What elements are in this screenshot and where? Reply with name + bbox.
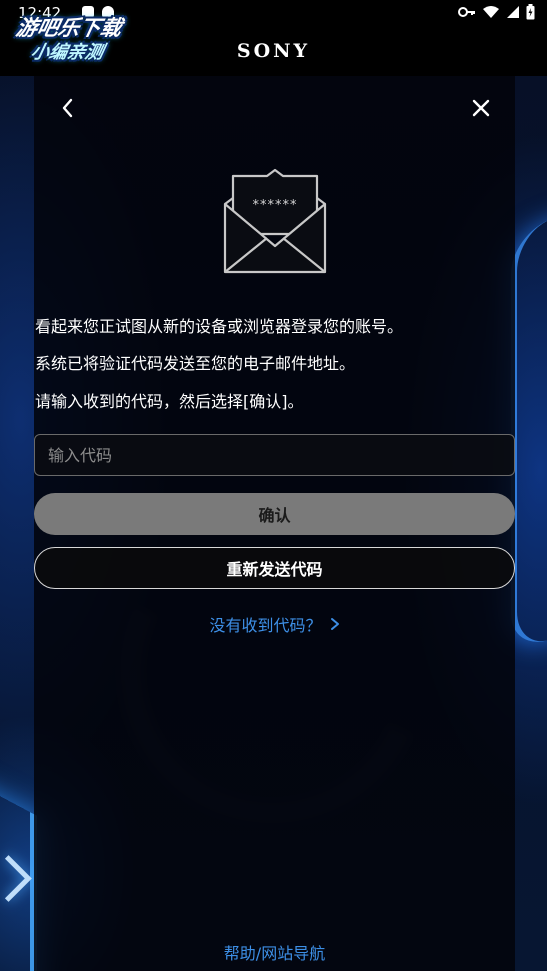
key-icon xyxy=(458,7,475,17)
close-button[interactable] xyxy=(469,96,493,120)
wifi-icon xyxy=(483,6,499,18)
back-button[interactable] xyxy=(56,96,80,120)
message-instructions: 请输入收到的代码，然后选择[确认]。 xyxy=(35,392,304,411)
help-site-nav-link[interactable]: 帮助/网站导航 xyxy=(34,940,515,964)
chevron-right-icon xyxy=(330,616,340,635)
no-code-link-label: 没有收到代码？ xyxy=(209,616,322,635)
masked-code-text: ****** xyxy=(252,198,298,213)
verification-panel: ****** 看起来您正试图从新的设备或浏览器登录您的账号。 系统已将验证代码发… xyxy=(34,76,515,971)
status-icons xyxy=(458,4,535,20)
battery-charging-icon xyxy=(526,4,535,20)
background-neon-stripe-right xyxy=(511,206,547,654)
chevron-left-icon xyxy=(62,98,73,118)
message-code-sent: 系统已将验证代码发送至您的电子邮件地址。 xyxy=(35,354,356,373)
watermark-logo: 游吧乐下载 小编亲测 xyxy=(0,10,160,68)
close-icon xyxy=(472,99,490,117)
resend-code-button[interactable]: 重新发送代码 xyxy=(34,547,515,589)
verification-code-input[interactable] xyxy=(34,434,515,476)
watermark-line2: 小编亲测 xyxy=(28,42,106,63)
message-new-device: 看起来您正试图从新的设备或浏览器登录您的账号。 xyxy=(35,317,404,336)
confirm-button[interactable]: 确认 xyxy=(34,493,515,535)
no-code-link[interactable]: 没有收到代码？ xyxy=(34,612,515,636)
signal-icon xyxy=(507,6,519,18)
envelope-open-icon: ****** xyxy=(221,168,329,276)
